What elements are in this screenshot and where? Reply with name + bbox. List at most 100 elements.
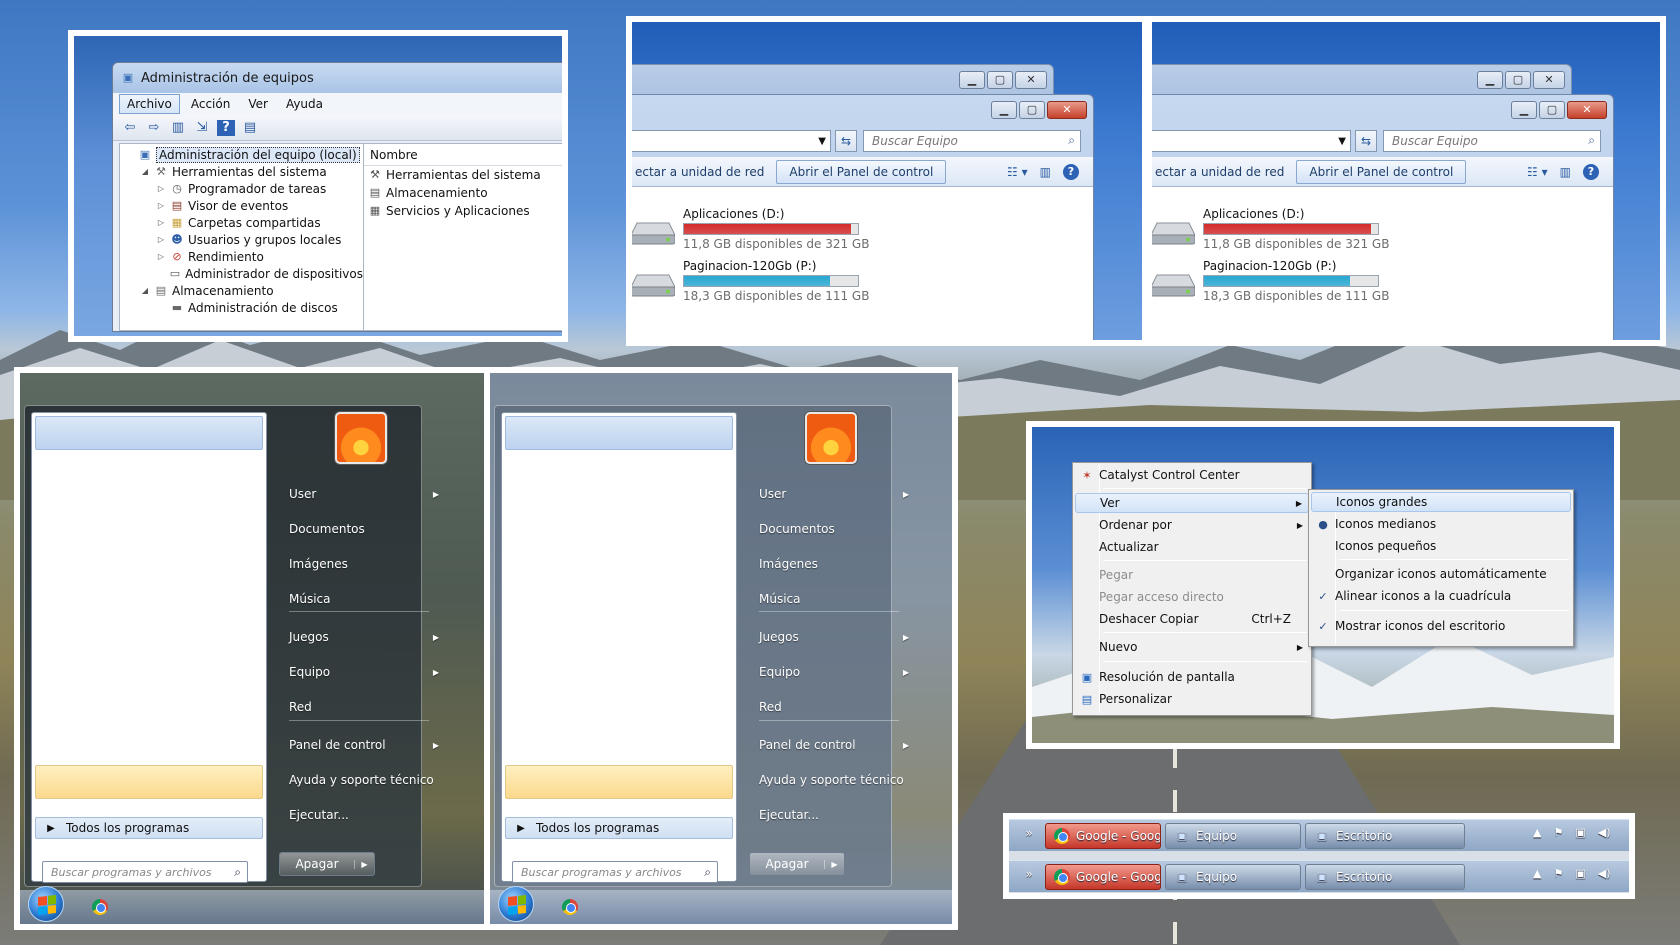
submenu-item-iconos-medianos[interactable]: ● Iconos medianos <box>1311 514 1571 534</box>
user-avatar[interactable] <box>335 412 387 464</box>
close-button[interactable]: ✕ <box>1047 101 1087 119</box>
drive-item-paginacion-120gb-p[interactable]: Paginacion-120Gb (P:) 18,3 GB disponibles… <box>632 259 871 307</box>
volume-icon[interactable]: ◀) <box>1598 826 1611 839</box>
refresh-button[interactable]: ⇆ <box>1355 130 1377 152</box>
show-hide-action-pane-icon[interactable]: ▤ <box>241 120 259 136</box>
help-icon[interactable]: ? <box>1063 163 1079 180</box>
list-item-herramientas-del-sistema[interactable]: ⚒ Herramientas del sistema <box>364 166 562 184</box>
action-center-flag-icon[interactable]: ⚑ <box>1553 867 1563 880</box>
expander-icon[interactable]: ◢ <box>140 167 150 176</box>
toolbar-chevron-button[interactable]: » <box>1015 863 1043 889</box>
menu-accion[interactable]: Acción <box>184 95 237 113</box>
maximize-button[interactable]: ▢ <box>1539 101 1565 119</box>
shutdown-options-arrow-icon[interactable]: ▶ <box>824 859 844 869</box>
help-icon[interactable]: ? <box>217 119 235 136</box>
recent-program-slot[interactable] <box>505 765 733 799</box>
context-item-resolucion-de-pantalla[interactable]: ▣ Resolución de pantalla <box>1075 667 1309 687</box>
start-menu-item-panel-de-control[interactable]: Panel de control ▶ <box>289 735 439 755</box>
context-item-ordenar-por[interactable]: Ordenar por ▶ <box>1075 515 1309 535</box>
drive-item-aplicaciones-d[interactable]: Aplicaciones (D:) 11,8 GB disponibles de … <box>632 207 871 255</box>
maximize-button[interactable]: ▢ <box>987 71 1013 89</box>
start-menu-item-imagenes[interactable]: Imágenes <box>289 554 439 574</box>
menu-archivo[interactable]: Archivo <box>119 94 180 114</box>
shutdown-options-arrow-icon[interactable]: ▶ <box>354 859 374 869</box>
search-input[interactable]: Buscar Equipo ⌕ <box>863 130 1081 152</box>
tree-item-herramientas-del-sistema[interactable]: ◢ ⚒ Herramientas del sistema <box>120 163 363 180</box>
tree-item-administrador-de-dispositivos[interactable]: ▭ Administrador de dispositivos <box>120 265 363 282</box>
address-bar[interactable]: ▼ <box>1152 130 1351 152</box>
column-header-nombre[interactable]: Nombre <box>364 144 562 166</box>
start-menu-item-user[interactable]: User ▶ <box>289 484 439 504</box>
start-menu-item-documentos[interactable]: Documentos <box>759 519 909 539</box>
show-hidden-icons-icon[interactable]: ▲ <box>1533 867 1541 880</box>
user-avatar[interactable] <box>805 412 857 464</box>
minimize-button[interactable]: ▁ <box>991 101 1017 119</box>
start-menu-item-musica[interactable]: Música <box>759 589 909 609</box>
volume-icon[interactable]: ◀) <box>1598 867 1611 880</box>
drive-item-aplicaciones-d[interactable]: Aplicaciones (D:) 11,8 GB disponibles de … <box>1152 207 1391 255</box>
expander-icon[interactable]: ▷ <box>156 201 166 210</box>
tree-item-carpetas-compartidas[interactable]: ▷ ▦ Carpetas compartidas <box>120 214 363 231</box>
taskbar-button-google-google-chr[interactable]: Google - Google Chr... <box>1045 864 1161 890</box>
view-options-icon[interactable]: ☷ ▾ <box>1527 165 1548 179</box>
tree-item-almacenamiento[interactable]: ◢ ▤ Almacenamiento <box>120 282 363 299</box>
close-button[interactable]: ✕ <box>1567 101 1607 119</box>
show-hidden-icons-icon[interactable]: ▲ <box>1533 826 1541 839</box>
submenu-item-organizar-iconos-automaticamente[interactable]: Organizar iconos automáticamente <box>1311 564 1571 584</box>
tree-item-administracion-de-discos[interactable]: ▬ Administración de discos <box>120 299 363 316</box>
submenu-item-iconos-pequenos[interactable]: Iconos pequeños <box>1311 536 1571 556</box>
toolbar-chevron-button[interactable]: » <box>1015 822 1043 848</box>
action-center-flag-icon[interactable]: ⚑ <box>1553 826 1563 839</box>
preview-pane-icon[interactable]: ▥ <box>1040 165 1051 179</box>
menu-ayuda[interactable]: Ayuda <box>279 95 330 113</box>
pinned-program-slot[interactable] <box>35 416 263 450</box>
context-item-deshacer-copiar[interactable]: Deshacer Copiar Ctrl+Z <box>1075 609 1309 629</box>
start-orb-button[interactable] <box>28 886 64 922</box>
minimize-button[interactable]: ▁ <box>1477 71 1503 89</box>
expander-icon[interactable]: ◢ <box>140 286 150 295</box>
submenu-item-mostrar-iconos-del-escritorio[interactable]: ✓ Mostrar iconos del escritorio <box>1311 616 1571 636</box>
start-menu-item-ayuda-y-soporte-tecnico[interactable]: Ayuda y soporte técnico <box>289 770 439 790</box>
list-item-servicios-y-aplicaciones[interactable]: ▦ Servicios y Aplicaciones <box>364 202 562 220</box>
start-menu-item-documentos[interactable]: Documentos <box>289 519 439 539</box>
taskbar-button-google-google-chr[interactable]: Google - Google Chr... <box>1045 823 1161 849</box>
network-icon[interactable]: ▣ <box>1575 867 1585 880</box>
taskbar-button-escritorio[interactable]: ▣ Escritorio <box>1305 823 1465 849</box>
chrome-icon[interactable] <box>562 899 578 915</box>
start-menu-item-user[interactable]: User ▶ <box>759 484 909 504</box>
start-menu-item-imagenes[interactable]: Imágenes <box>759 554 909 574</box>
start-menu-item-panel-de-control[interactable]: Panel de control ▶ <box>759 735 909 755</box>
forward-arrow-icon[interactable]: ⇨ <box>145 120 163 136</box>
map-network-drive-button[interactable]: ectar a unidad de red <box>632 161 776 183</box>
list-item-almacenamiento[interactable]: ▤ Almacenamiento <box>364 184 562 202</box>
start-search-input[interactable]: Buscar programas y archivos ⌕ <box>42 861 248 883</box>
start-menu-item-ejecutar[interactable]: Ejecutar... <box>759 805 909 825</box>
submenu-item-alinear-iconos-a-la-cuadricula[interactable]: ✓ Alinear iconos a la cuadrícula <box>1311 586 1571 606</box>
start-search-input[interactable]: Buscar programas y archivos ⌕ <box>512 861 718 883</box>
start-menu-item-musica[interactable]: Música <box>289 589 439 609</box>
refresh-button[interactable]: ⇆ <box>835 130 857 152</box>
minimize-button[interactable]: ▁ <box>959 71 985 89</box>
tree-item-administracion-del-equipo-local[interactable]: ▣ Administración del equipo (local) <box>120 146 363 163</box>
start-menu-item-equipo[interactable]: Equipo ▶ <box>759 662 909 682</box>
drive-item-paginacion-120gb-p[interactable]: Paginacion-120Gb (P:) 18,3 GB disponibles… <box>1152 259 1391 307</box>
all-programs-button[interactable]: ▶ Todos los programas <box>35 817 263 839</box>
start-orb-button[interactable] <box>498 886 534 922</box>
view-options-icon[interactable]: ☷ ▾ <box>1007 165 1028 179</box>
start-menu-item-juegos[interactable]: Juegos ▶ <box>289 627 439 647</box>
window-titlebar[interactable]: ▣ Administración de equipos <box>113 63 562 93</box>
start-menu-item-red[interactable]: Red <box>759 697 909 717</box>
context-item-catalyst-control-center[interactable]: ✶ Catalyst Control Center <box>1075 465 1309 485</box>
context-item-ver[interactable]: Ver ▶ <box>1075 493 1309 513</box>
start-menu-item-equipo[interactable]: Equipo ▶ <box>289 662 439 682</box>
tree-item-visor-de-eventos[interactable]: ▷ ▤ Visor de eventos <box>120 197 363 214</box>
minimize-button[interactable]: ▁ <box>1511 101 1537 119</box>
pinned-program-slot[interactable] <box>505 416 733 450</box>
expander-icon[interactable]: ▷ <box>156 235 166 244</box>
recent-program-slot[interactable] <box>35 765 263 799</box>
taskbar-button-equipo[interactable]: ▣ Equipo <box>1165 823 1301 849</box>
context-item-nuevo[interactable]: Nuevo ▶ <box>1075 637 1309 657</box>
menu-ver[interactable]: Ver <box>241 95 275 113</box>
back-arrow-icon[interactable]: ⇦ <box>121 120 139 136</box>
start-menu-item-red[interactable]: Red <box>289 697 439 717</box>
